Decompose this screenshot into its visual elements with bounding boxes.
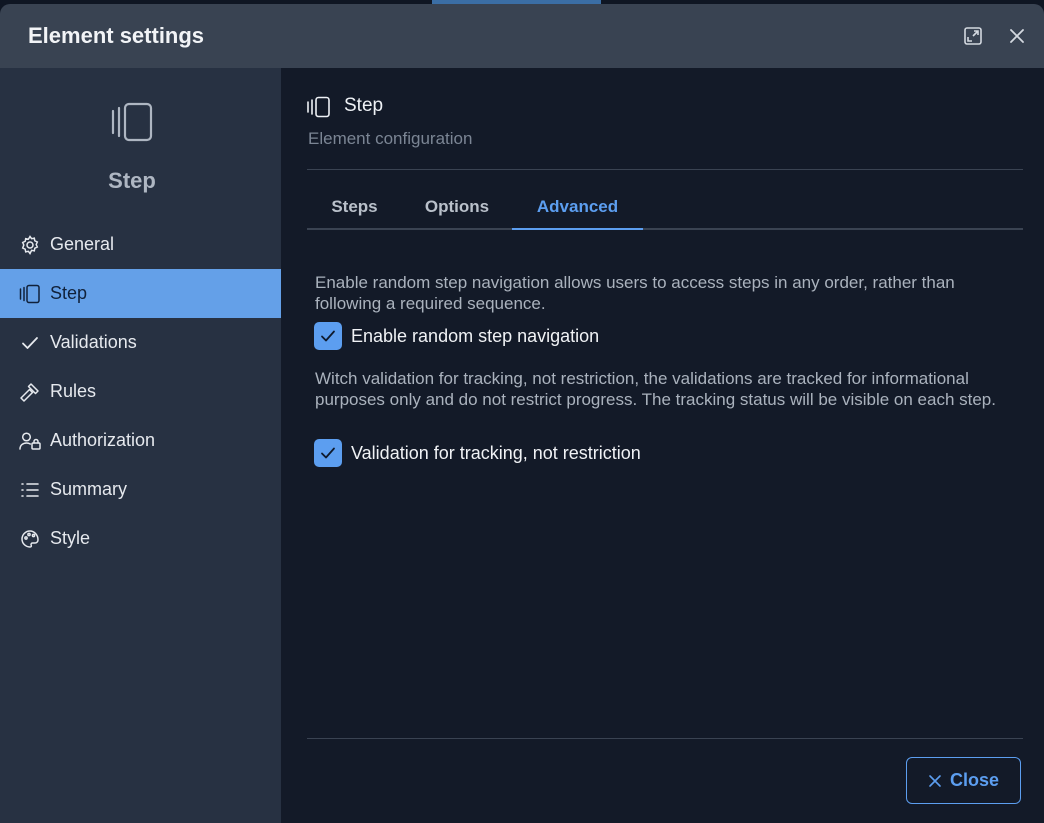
sidebar-item-style[interactable]: Style [0,514,281,563]
tab-options[interactable]: Options [402,186,512,228]
close-button-label: Close [949,770,1000,790]
main-panel: Step Element configuration Steps Options… [281,68,1044,823]
gear-icon [19,234,41,256]
tab-steps[interactable]: Steps [307,186,402,228]
expand-button[interactable] [961,24,985,48]
sidebar-item-label: General [50,234,115,254]
sidebar-item-label: Style [50,528,91,548]
sidebar-item-validations[interactable]: Validations [0,318,281,367]
list-icon [19,479,41,501]
sidebar-item-label: Validations [50,332,137,352]
tracking-checkbox[interactable] [314,439,342,467]
close-button[interactable]: Close [906,757,1021,804]
dialog-title: Element settings [28,23,205,48]
tracking-option: Validation for tracking, not restriction [314,439,641,467]
random-nav-label[interactable]: Enable random step navigation [351,326,599,347]
step-icon [307,96,330,118]
check-icon [19,332,41,354]
close-icon [928,774,942,788]
step-icon [19,283,41,305]
palette-icon [19,528,41,550]
main-subtitle: Element configuration [308,129,473,148]
gavel-icon [19,381,41,403]
sidebar-item-summary[interactable]: Summary [0,465,281,514]
tracking-label[interactable]: Validation for tracking, not restriction [351,443,641,464]
dialog-header: Element settings [0,4,1044,68]
sidebar-item-label: Summary [50,479,128,499]
header-divider [307,169,1023,170]
expand-icon [964,27,982,45]
checkmark-icon [321,447,335,459]
tab-bar: Steps Options Advanced [307,186,1023,230]
tab-advanced[interactable]: Advanced [512,186,643,230]
footer-divider [307,738,1023,739]
sidebar-item-step[interactable]: Step [0,269,281,318]
sidebar-item-authorization[interactable]: Authorization [0,416,281,465]
random-nav-description: Enable random step navigation allows use… [315,273,955,313]
checkmark-icon [321,330,335,342]
sidebar-item-label: Step [50,283,88,303]
sidebar: Step General Step Validations Rules Auth… [0,68,281,823]
sidebar-item-label: Authorization [50,430,156,450]
element-settings-dialog: Element settings Step General Step Valid… [0,4,1044,823]
sidebar-item-label: Rules [50,381,97,401]
main-title: Step [344,95,384,116]
tracking-description: Witch validation for tracking, not restr… [315,369,996,409]
user-lock-icon [19,430,41,452]
random-nav-option: Enable random step navigation [314,322,599,350]
step-icon [111,102,153,142]
sidebar-item-rules[interactable]: Rules [0,367,281,416]
sidebar-hero-title: Step [108,168,156,193]
close-icon [1010,29,1024,43]
close-dialog-button[interactable] [1005,24,1029,48]
random-nav-checkbox[interactable] [314,322,342,350]
sidebar-item-general[interactable]: General [0,220,281,269]
